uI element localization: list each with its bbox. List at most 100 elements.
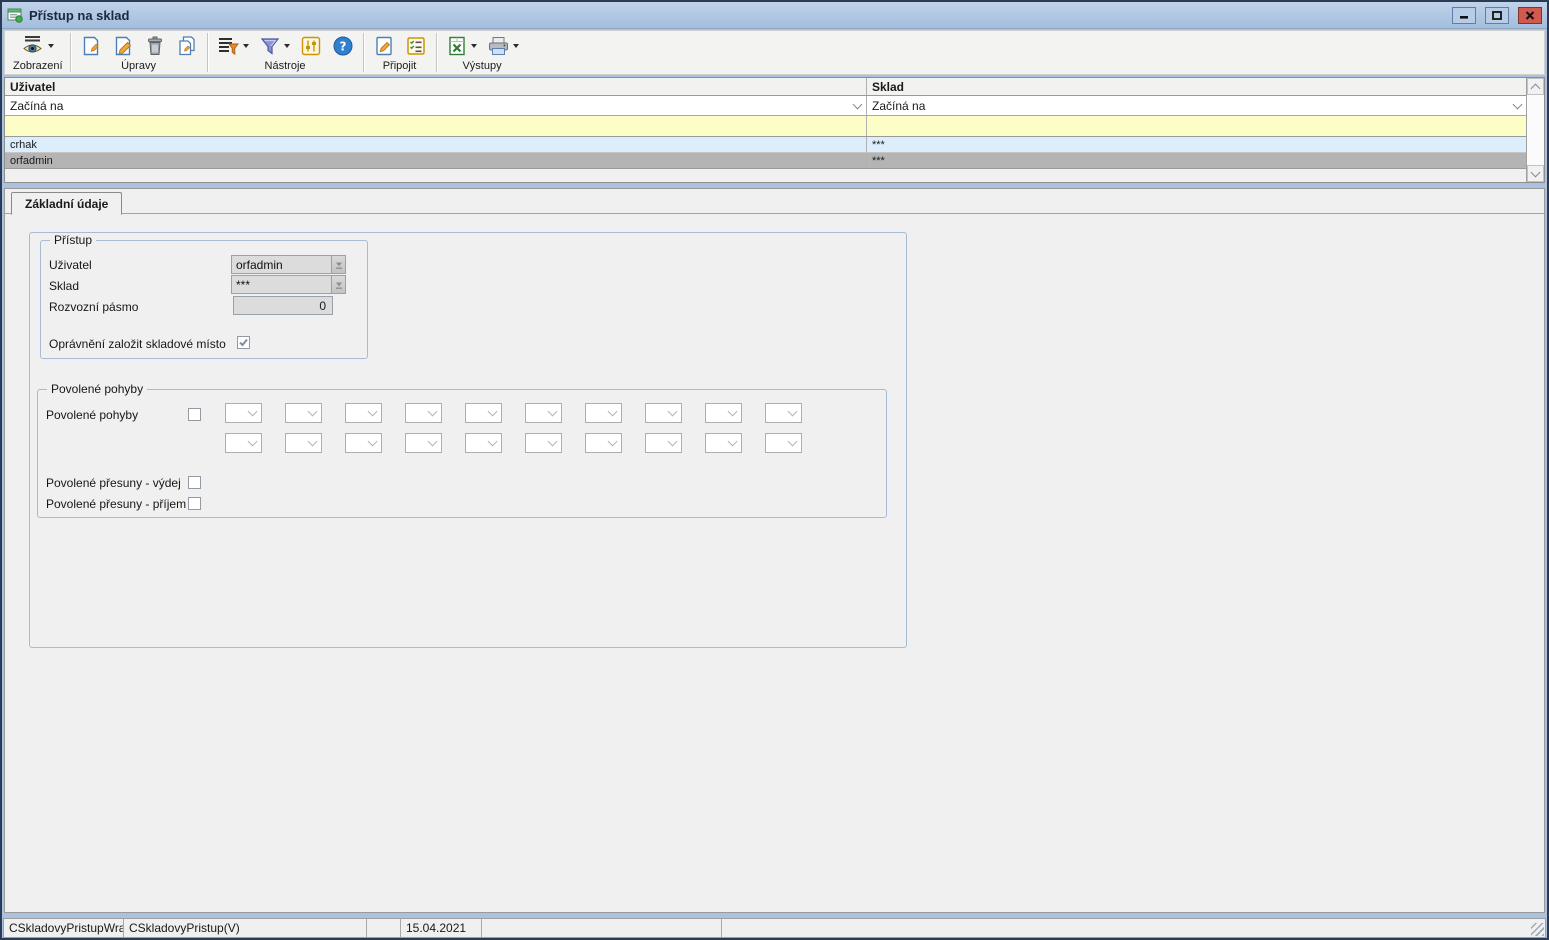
chevron-down-icon [668, 407, 678, 417]
scroll-up-button[interactable] [1527, 78, 1544, 95]
sklad-label: Sklad [49, 279, 79, 293]
pohyb-select[interactable] [225, 433, 262, 453]
status-cell-wrapper-class: CSkladovyPristupWrapp [4, 919, 124, 937]
pohyb-select[interactable] [705, 433, 742, 453]
toolbar-group-nastroje: ? Nástroje [209, 32, 362, 73]
actions-menu-button[interactable] [215, 34, 251, 58]
tab-content: Přístup Uživatel orfadmin Sklad *** [5, 214, 1544, 912]
toolbar: Zobrazení [4, 30, 1545, 75]
groupbox-title: Přístup [50, 233, 96, 247]
povolene-pohyby-checkbox[interactable] [188, 408, 201, 421]
lookup-button[interactable] [332, 275, 346, 294]
connect-list-button[interactable] [403, 34, 429, 58]
help-button[interactable]: ? [330, 34, 356, 58]
close-button[interactable] [1518, 7, 1542, 24]
toolbar-group-label: Připojit [371, 59, 429, 72]
funnel-icon [259, 35, 281, 57]
pohyb-select[interactable] [645, 433, 682, 453]
lookup-button[interactable] [332, 255, 346, 274]
detail-panel: Základní údaje Přístup Uživatel orfadmin… [4, 188, 1545, 913]
chevron-down-icon [853, 99, 863, 109]
edit-record-button[interactable] [110, 34, 136, 58]
presuny-prijem-checkbox[interactable] [188, 497, 201, 510]
copy-icon [176, 35, 198, 57]
filter-menu-button[interactable] [257, 34, 292, 58]
chevron-down-icon [608, 407, 618, 417]
pohyb-select[interactable] [465, 433, 502, 453]
pohyb-select[interactable] [525, 433, 562, 453]
column-header-sklad[interactable]: Sklad [867, 78, 1526, 95]
opravneni-label: Oprávnění založit skladové místo [49, 337, 226, 351]
table-row[interactable]: crhak *** [5, 137, 1544, 153]
new-record-button[interactable] [78, 34, 104, 58]
view-menu-button[interactable] [19, 34, 56, 57]
delete-record-button[interactable] [142, 34, 168, 58]
export-excel-button[interactable] [444, 34, 479, 58]
table-row-selected[interactable]: orfadmin *** [5, 153, 1544, 169]
maximize-button[interactable] [1485, 7, 1509, 24]
pohyb-select[interactable] [285, 403, 322, 423]
pohyb-select[interactable] [585, 433, 622, 453]
cell-sklad: *** [867, 153, 1526, 168]
chevron-down-icon [728, 407, 738, 417]
sklad-combo[interactable]: *** [231, 275, 346, 294]
grid-scrollbar[interactable] [1526, 78, 1544, 182]
picker-down-icon [334, 280, 344, 290]
groupbox-title: Povolené pohyby [47, 382, 147, 396]
rozvozni-pasmo-label: Rozvozní pásmo [49, 300, 138, 314]
connect-edit-button[interactable] [371, 34, 397, 58]
pohyb-select[interactable] [645, 403, 682, 423]
pohyb-select[interactable] [585, 403, 622, 423]
chevron-down-icon [788, 407, 798, 417]
pohyb-select[interactable] [345, 403, 382, 423]
chevron-down-icon [788, 437, 798, 447]
toolbar-group-label: Výstupy [444, 59, 521, 72]
filter-input-uzivatel[interactable] [5, 116, 867, 136]
chevron-down-icon [308, 407, 318, 417]
chevron-down-icon [284, 44, 290, 48]
pohyb-select[interactable] [765, 403, 802, 423]
scroll-down-button[interactable] [1527, 165, 1544, 182]
chevron-down-icon [248, 437, 258, 447]
filter-dropdown-sklad[interactable]: Začíná na [867, 96, 1526, 115]
pohyb-select[interactable] [705, 403, 742, 423]
toolbar-separator [207, 33, 208, 72]
pohyb-select[interactable] [345, 433, 382, 453]
resize-grip[interactable] [1531, 923, 1544, 936]
uzivatel-label: Uživatel [49, 258, 92, 272]
pohyb-select[interactable] [405, 433, 442, 453]
pohyb-select[interactable] [225, 403, 262, 423]
pohyb-select[interactable] [765, 433, 802, 453]
filter-input-sklad[interactable] [867, 116, 1526, 136]
maximize-icon [1492, 11, 1502, 20]
column-header-uzivatel[interactable]: Uživatel [5, 78, 867, 95]
chevron-down-icon [728, 437, 738, 447]
rozvozni-pasmo-field[interactable]: 0 [233, 296, 333, 315]
checklist-icon [405, 35, 427, 57]
tab-zakladni-udaje[interactable]: Základní údaje [11, 192, 122, 215]
copy-record-button[interactable] [174, 34, 200, 58]
chevron-down-icon [548, 437, 558, 447]
toolbar-group-pripojit: Připojit [365, 32, 435, 73]
app-icon [7, 7, 23, 23]
pohyb-select[interactable] [285, 433, 322, 453]
filter-dropdown-uzivatel[interactable]: Začíná na [5, 96, 867, 115]
grid-empty-area [5, 169, 1544, 182]
minimize-button[interactable] [1452, 7, 1476, 24]
presuny-vydej-checkbox[interactable] [188, 476, 201, 489]
pohyb-select[interactable] [465, 403, 502, 423]
pohyb-select[interactable] [405, 403, 442, 423]
chevron-down-icon [471, 44, 477, 48]
svg-text:?: ? [339, 40, 346, 54]
print-button[interactable] [485, 34, 521, 58]
pohyb-select[interactable] [525, 403, 562, 423]
status-cell-date: 15.04.2021 [401, 919, 482, 937]
opravneni-checkbox[interactable] [237, 336, 250, 349]
excel-icon [446, 35, 468, 57]
toolbar-separator [363, 33, 364, 72]
uzivatel-combo[interactable]: orfadmin [231, 255, 346, 274]
groupbox-pristup: Přístup Uživatel orfadmin Sklad *** [40, 240, 368, 359]
settings-button[interactable] [298, 34, 324, 58]
chevron-down-icon [368, 437, 378, 447]
chevron-down-icon [428, 437, 438, 447]
